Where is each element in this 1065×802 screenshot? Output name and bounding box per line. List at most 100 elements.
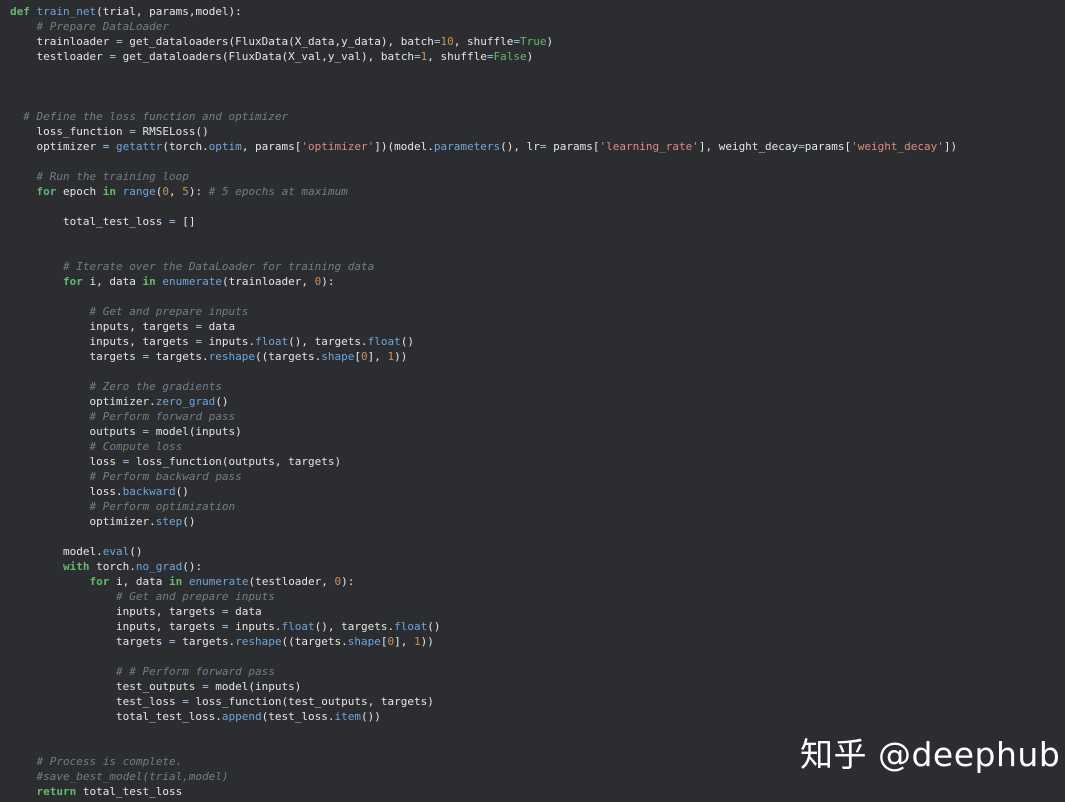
code-token-plain: total_test_loss: [10, 215, 169, 228]
code-line: # Iterate over the DataLoader for traini…: [10, 259, 957, 274]
code-token-kw: for: [89, 575, 110, 588]
code-token-fn: train_net: [36, 5, 97, 18]
code-token-plain: params[: [804, 140, 852, 153]
code-block[interactable]: def train_net(trial, params,model): # Pr…: [10, 4, 957, 799]
code-token-plain: i, data: [82, 275, 143, 288]
code-token-plain: ,: [168, 185, 183, 198]
code-token-plain: (trial, params,model):: [96, 5, 242, 18]
code-token-op: =: [115, 35, 123, 48]
code-token-op: =: [168, 215, 176, 228]
code-token-plain: (torch.: [162, 140, 209, 153]
code-token-plain: test_loss: [10, 695, 183, 708]
code-token-plain: ]): [943, 140, 958, 153]
code-line: model.eval(): [10, 544, 957, 559]
code-token-str: 'optimizer': [301, 140, 375, 153]
code-token-attr: reshape: [235, 635, 282, 648]
code-token-plain: )): [420, 635, 434, 648]
code-token-attr: float: [281, 620, 315, 633]
code-token-plain: (): [400, 335, 415, 348]
code-token-plain: ):: [188, 185, 209, 198]
code-token-plain: data: [202, 320, 236, 333]
code-token-plain: inputs, targets: [10, 335, 196, 348]
code-token-plain: , params[: [241, 140, 302, 153]
code-token-plain: targets.: [175, 635, 236, 648]
code-line: # Compute loss: [10, 439, 957, 454]
code-token-num: 1: [414, 635, 421, 648]
code-line: loss_function = RMSELoss(): [10, 124, 957, 139]
code-token-cm: # Prepare DataLoader: [36, 20, 169, 33]
code-token-op: =: [202, 680, 209, 693]
code-token-cm: # Get and prepare inputs: [89, 305, 249, 318]
watermark-text: 知乎 @deephub: [800, 735, 1061, 774]
code-token-plain: total_test_loss: [76, 785, 183, 798]
code-token-attr: float: [367, 335, 401, 348]
code-token-str: 'learning_rate': [599, 140, 699, 153]
code-line: test_loss = loss_function(test_outputs, …: [10, 694, 957, 709]
code-token-kw: in: [142, 275, 156, 288]
code-token-plain: data: [228, 605, 262, 618]
code-token-plain: ((targets.: [255, 350, 322, 363]
code-token-kw: with: [62, 560, 90, 573]
code-token-plain: loss_function: [10, 125, 130, 138]
code-token-plain: ): [526, 50, 534, 63]
code-token-plain: test_outputs: [10, 680, 203, 693]
code-token-kw: return: [36, 785, 77, 798]
code-token-plain: )): [394, 350, 408, 363]
code-token-true: False: [493, 50, 527, 63]
code-line: for epoch in range(0, 5): # 5 epochs at …: [10, 184, 957, 199]
code-token-plain: torch.: [89, 560, 136, 573]
code-line: return total_test_loss: [10, 784, 957, 799]
code-token-attr: no_grad: [135, 560, 183, 573]
code-token-kw: in: [168, 575, 183, 588]
code-line: total_test_loss = []: [10, 214, 957, 229]
code-token-attr: optim: [208, 140, 242, 153]
code-token-plain: epoch: [56, 185, 103, 198]
code-token-attr: shape: [347, 635, 381, 648]
code-token-kw: for: [62, 275, 83, 288]
code-editor[interactable]: def train_net(trial, params,model): # Pr…: [0, 0, 1065, 802]
code-token-attr: append: [221, 710, 262, 723]
code-token-attr: eval: [102, 545, 130, 558]
code-token-attr: item: [334, 710, 362, 723]
code-token-builtin: enumerate: [162, 275, 222, 288]
code-token-op: =: [513, 35, 520, 48]
code-token-plain: optimizer.: [10, 395, 156, 408]
code-line: # # Perform forward pass: [10, 664, 957, 679]
code-token-num: 10: [440, 35, 454, 48]
code-token-num: 5: [182, 185, 189, 198]
code-token-builtin: range: [122, 185, 156, 198]
code-token-plain: inputs.: [228, 620, 282, 633]
code-token-cm: # Zero the gradients: [89, 380, 222, 393]
code-token-attr: step: [155, 515, 183, 528]
code-token-cm: # Define the loss function and optimizer: [23, 110, 289, 123]
code-token-plain: inputs.: [202, 335, 256, 348]
code-token-cm: # # Perform forward pass: [115, 665, 275, 678]
code-token-plain: get_dataloaders(FluxData(X_val,y_val), b…: [115, 50, 414, 63]
code-token-cm: # Perform optimization: [89, 500, 236, 513]
code-token-cm: # Iterate over the DataLoader for traini…: [62, 260, 375, 273]
code-line: targets = targets.reshape((targets.shape…: [10, 349, 957, 364]
code-token-plain: (): [129, 545, 143, 558]
code-token-cm: # Perform backward pass: [89, 470, 242, 483]
code-line: # Perform forward pass: [10, 409, 957, 424]
code-token-op: =: [221, 620, 229, 633]
code-line: # Zero the gradients: [10, 379, 957, 394]
code-token-op: =: [221, 605, 229, 618]
code-token-plain: model.: [10, 545, 103, 558]
code-token-plain: inputs, targets: [10, 605, 222, 618]
code-token-plain: (test_loss.: [261, 710, 335, 723]
